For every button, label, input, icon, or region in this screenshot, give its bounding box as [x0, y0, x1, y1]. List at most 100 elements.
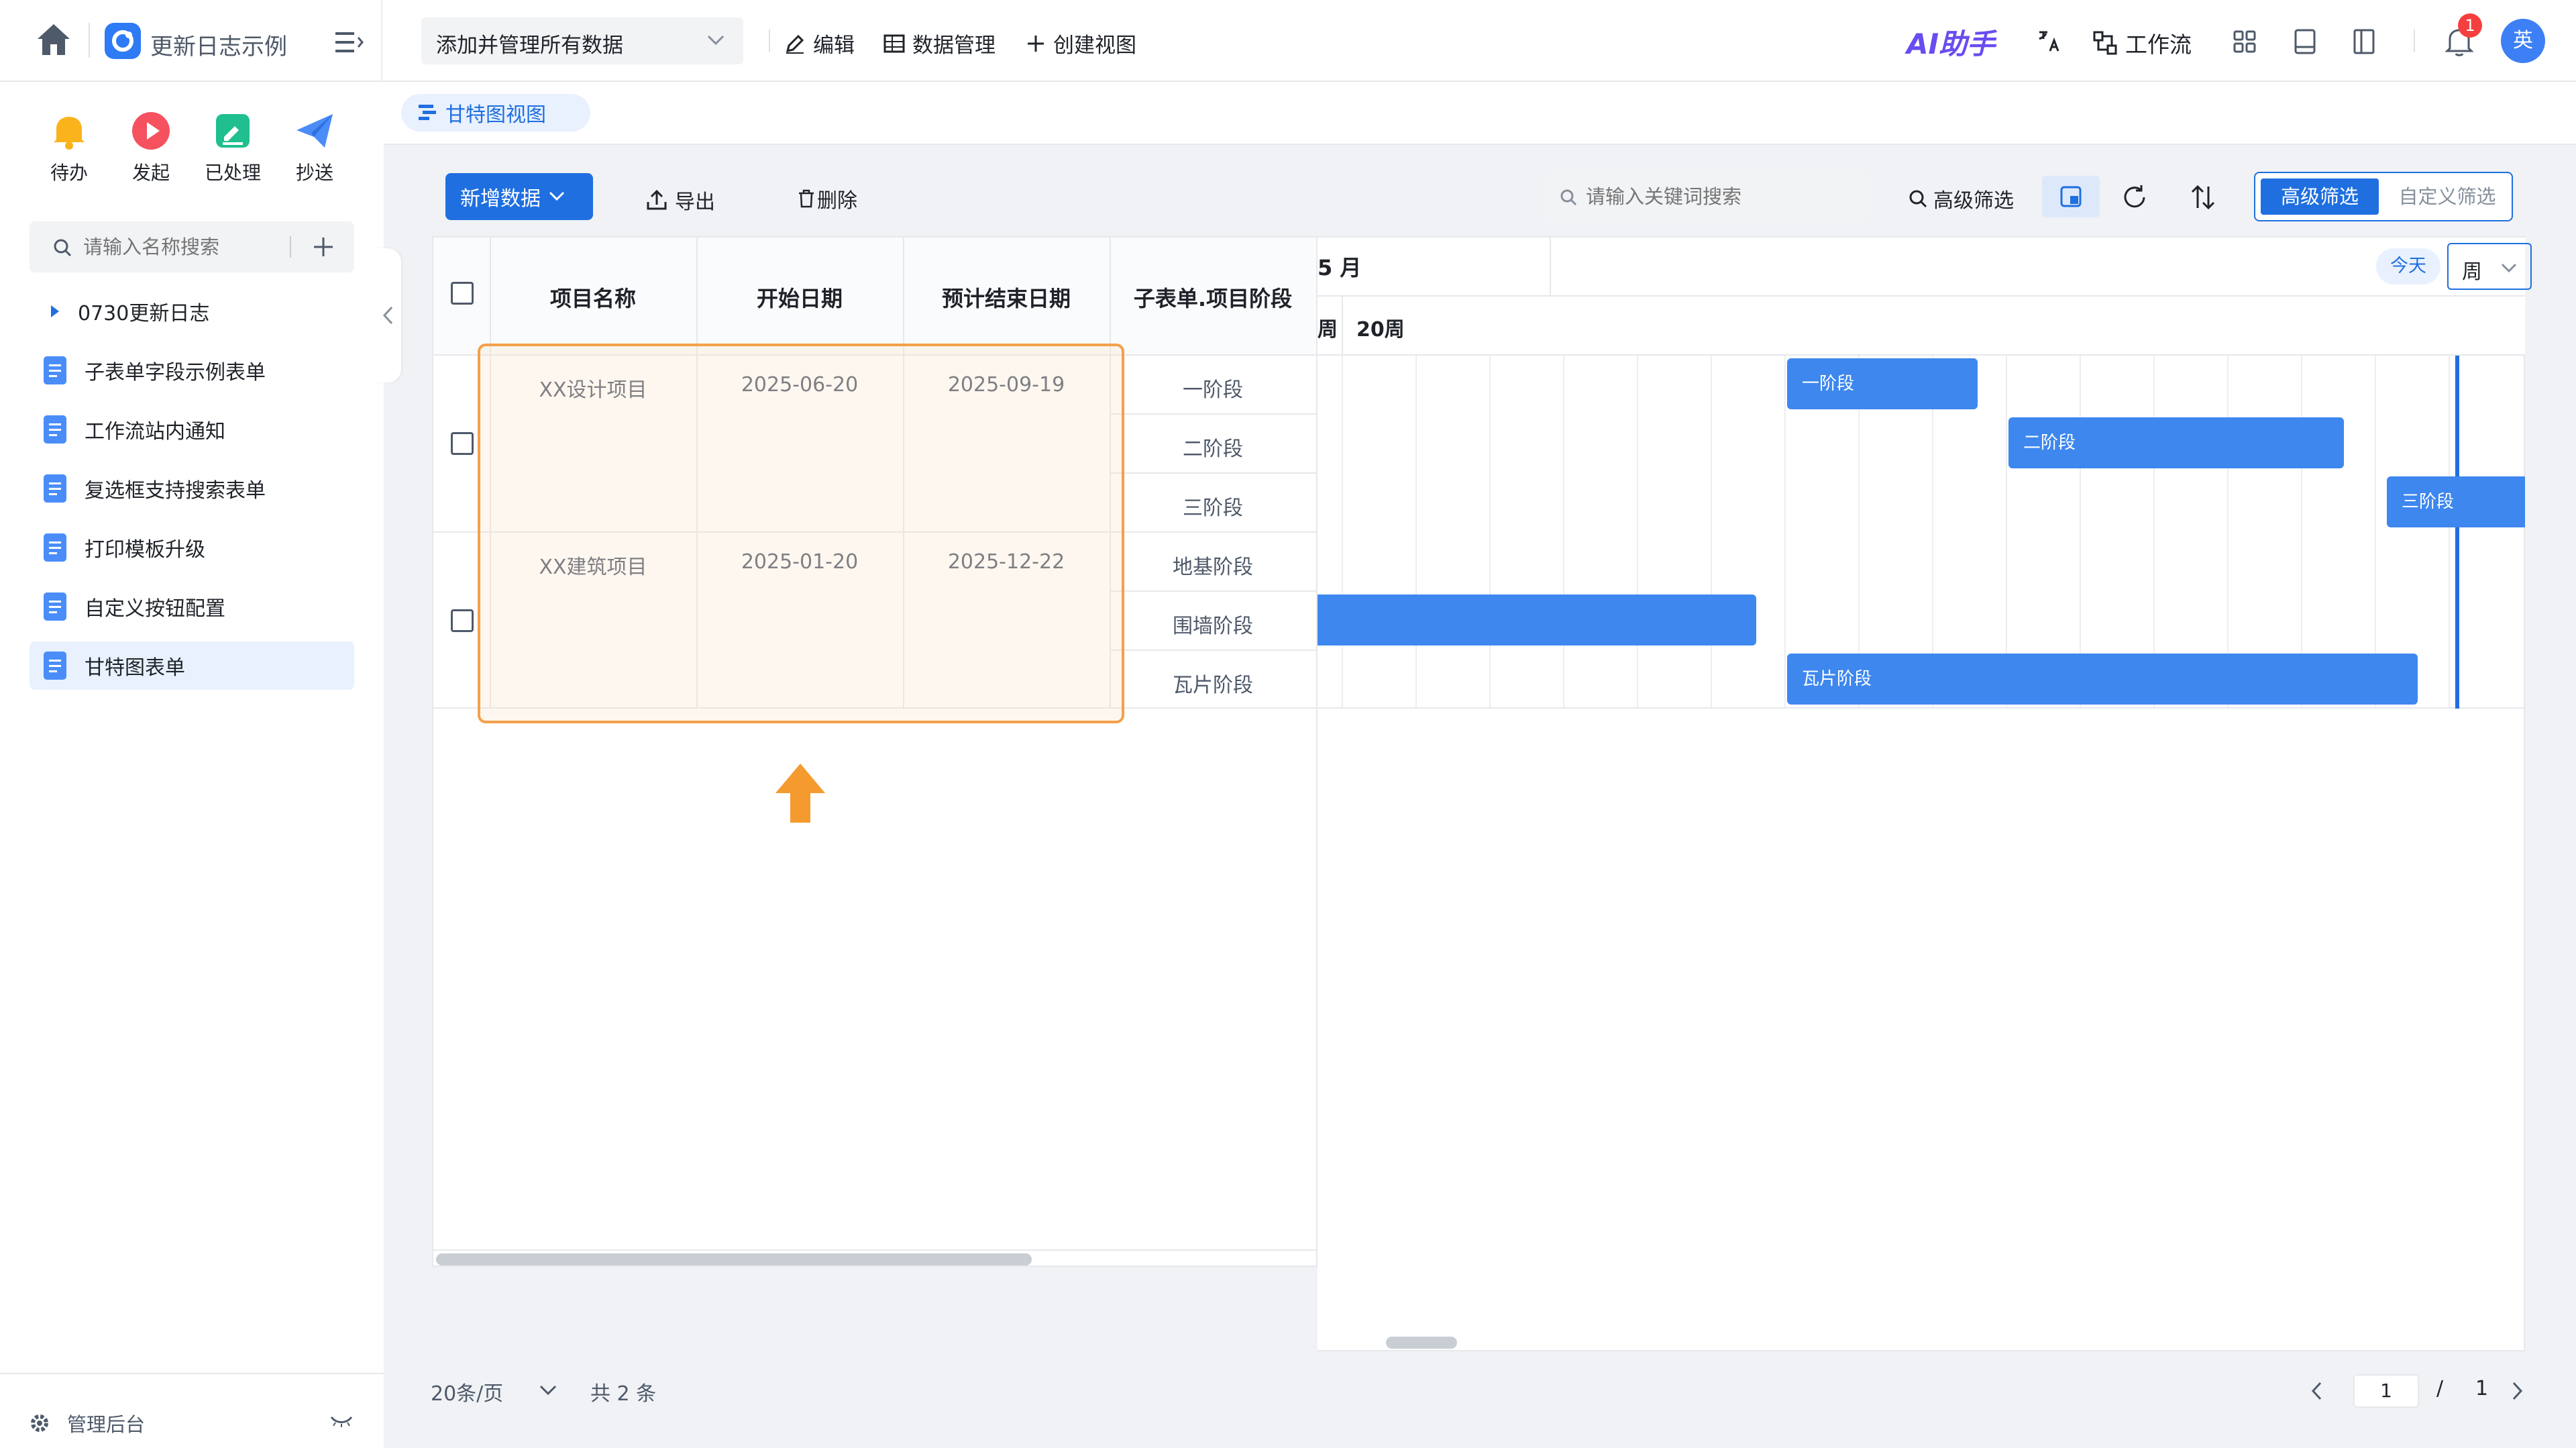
gantt-bar[interactable]: 瓦片阶段: [1787, 654, 2418, 705]
sidebar-item-label: 甘特图表单: [85, 656, 185, 680]
app-name: 更新日志示例: [150, 34, 287, 60]
up-arrow-icon: [774, 762, 826, 824]
scale-select[interactable]: 周: [2447, 243, 2532, 290]
today-button[interactable]: 今天: [2376, 248, 2440, 285]
menu-toggle-icon[interactable]: [334, 30, 364, 55]
table-icon: [883, 34, 905, 52]
document-icon: [44, 533, 66, 562]
sidebar-item-label: 子表单字段示例表单: [85, 361, 266, 384]
app-logo: [105, 23, 141, 59]
segment-advanced[interactable]: 高级筛选: [2261, 178, 2379, 215]
trash-icon: [799, 189, 814, 208]
workflow-button[interactable]: 工作流: [2092, 27, 2192, 59]
view-tab-strip: 甘特图视图: [384, 82, 2576, 145]
sidebar-item-gantt-form[interactable]: 甘特图表单: [30, 641, 354, 690]
document-icon: [44, 652, 66, 680]
view-select[interactable]: 添加并管理所有数据: [421, 17, 743, 64]
quick-todo[interactable]: 待办: [32, 110, 106, 185]
keyword-search[interactable]: [1544, 174, 1866, 219]
chevron-down-icon[interactable]: [539, 1385, 557, 1396]
prev-page-icon[interactable]: [2310, 1381, 2322, 1401]
page-separator: /: [2436, 1377, 2444, 1400]
column-header-end[interactable]: 预计结束日期: [903, 282, 1110, 313]
cell-stage: 围墙阶段: [1173, 615, 1253, 638]
delete-button[interactable]: 删除: [797, 184, 857, 213]
data-manage-button[interactable]: 数据管理: [883, 28, 996, 58]
quick-processed-label: 已处理: [204, 162, 261, 184]
document-icon: [44, 415, 66, 444]
table-panel: 项目名称 开始日期 预计结束日期 子表单.项目阶段 XX设计项目 2025-06…: [432, 236, 1318, 1267]
collapse-sidebar-icon[interactable]: [330, 1414, 353, 1428]
sidebar-item-checkbox-search[interactable]: 复选框支持搜索表单: [30, 464, 354, 513]
ai-assistant-button[interactable]: AI助手: [1907, 21, 1995, 62]
search-icon: [1909, 190, 1927, 208]
page-input[interactable]: 1: [2353, 1374, 2419, 1408]
view-mode-toggle[interactable]: [2042, 176, 2100, 217]
advanced-filter-button[interactable]: 高级筛选: [1908, 184, 2014, 213]
export-label: 导出: [675, 191, 715, 214]
total-pages: 1: [2475, 1377, 2489, 1400]
chevron-down-icon: [707, 35, 724, 46]
chevron-down-icon: [549, 191, 565, 201]
quick-initiate-label: 发起: [131, 162, 170, 184]
cell-stage: 地基阶段: [1173, 556, 1253, 579]
play-icon: [132, 112, 170, 150]
admin-button[interactable]: 管理后台: [30, 1409, 145, 1437]
sidebar-item-workflow-notice[interactable]: 工作流站内通知: [30, 405, 354, 454]
add-icon[interactable]: [311, 235, 335, 259]
scale-value: 周: [2462, 260, 2482, 284]
quick-todo-label: 待办: [50, 162, 88, 184]
sidebar-group-0730[interactable]: 0730更新日志: [30, 287, 354, 335]
segment-custom[interactable]: 自定义筛选: [2387, 178, 2508, 215]
column-header-start[interactable]: 开始日期: [696, 282, 903, 313]
sidebar-item-label: 工作流站内通知: [85, 420, 225, 444]
gantt-bar[interactable]: 二阶段: [2008, 417, 2344, 468]
notification-badge: 1: [2458, 13, 2482, 38]
view-select-value: 添加并管理所有数据: [436, 34, 623, 58]
tab-label: 甘特图视图: [445, 103, 546, 127]
page-size-select[interactable]: 20条/页: [431, 1377, 503, 1406]
sidebar-search[interactable]: [30, 221, 354, 272]
home-icon[interactable]: [35, 21, 72, 58]
sidebar-group-label: 0730更新日志: [78, 302, 210, 325]
keyword-search-input[interactable]: [1586, 181, 1854, 212]
next-page-icon[interactable]: [2512, 1381, 2524, 1401]
sidebar-search-input[interactable]: [83, 231, 305, 263]
edit-button[interactable]: 编辑: [784, 28, 855, 58]
new-data-button[interactable]: 新增数据: [445, 173, 593, 220]
apps-grid-icon[interactable]: [2233, 30, 2257, 54]
table-scrollbar[interactable]: [436, 1253, 1032, 1265]
cell-stage: 瓦片阶段: [1173, 674, 1253, 697]
gantt-scrollbar[interactable]: [1386, 1337, 1457, 1349]
sort-icon[interactable]: [2188, 183, 2218, 212]
translate-icon[interactable]: [2035, 28, 2062, 55]
gantt-week-prev: 周: [1318, 318, 1338, 342]
gantt-bar[interactable]: [1318, 594, 1756, 645]
row-checkbox[interactable]: [451, 609, 474, 632]
quick-initiate[interactable]: 发起: [114, 110, 188, 185]
gantt-month: 5 月: [1318, 255, 1362, 280]
select-all-checkbox[interactable]: [451, 282, 474, 305]
gantt-bar[interactable]: 三阶段: [2387, 476, 2525, 527]
chevron-down-icon: [2501, 263, 2517, 273]
refresh-icon[interactable]: [2120, 183, 2149, 212]
notebook-icon[interactable]: [2352, 28, 2376, 55]
gantt-bar[interactable]: 一阶段: [1787, 358, 1978, 409]
sidebar-collapse-handle[interactable]: [373, 248, 401, 382]
column-header-name[interactable]: 项目名称: [490, 282, 696, 313]
sidebar-item-custom-button[interactable]: 自定义按钮配置: [30, 582, 354, 631]
avatar[interactable]: 英: [2501, 19, 2545, 63]
sidebar-item-print-template[interactable]: 打印模板升级: [30, 523, 354, 572]
create-view-button[interactable]: 创建视图: [1025, 28, 1136, 58]
quick-processed[interactable]: 已处理: [196, 110, 270, 185]
export-button[interactable]: 导出: [645, 185, 715, 215]
sidebar-item-label: 打印模板升级: [85, 538, 205, 562]
gantt-icon: [419, 105, 436, 120]
row-checkbox[interactable]: [451, 432, 474, 455]
book-icon[interactable]: [2293, 28, 2317, 55]
tab-gantt-view[interactable]: 甘特图视图: [401, 94, 590, 132]
gear-icon: [31, 1414, 48, 1432]
quick-cc[interactable]: 抄送: [278, 110, 352, 185]
column-header-stage[interactable]: 子表单.项目阶段: [1110, 282, 1316, 313]
sidebar-item-subform[interactable]: 子表单字段示例表单: [30, 346, 354, 395]
